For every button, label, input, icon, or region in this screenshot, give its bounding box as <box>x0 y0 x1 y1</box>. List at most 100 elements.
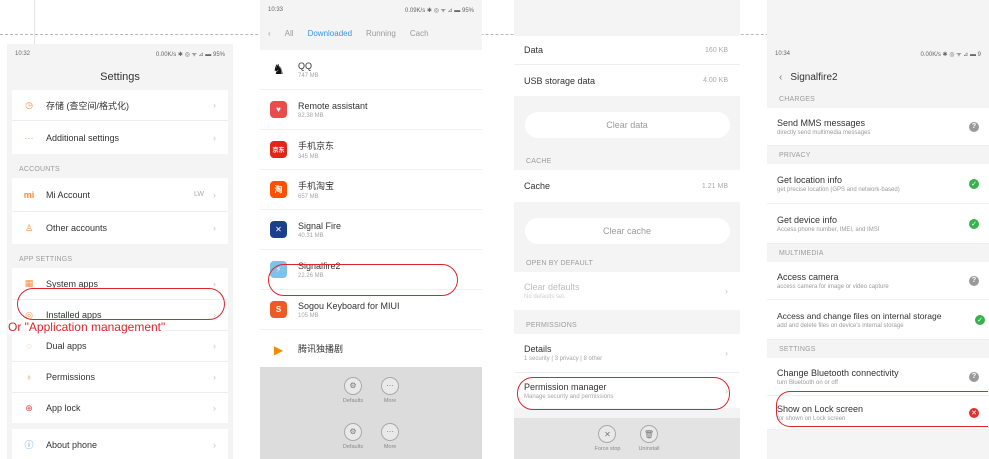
usb-label: USB storage data <box>524 75 596 86</box>
deny-icon: ✕ <box>969 407 979 418</box>
cache-value: 1.21 MB <box>701 182 728 190</box>
uninstall-button[interactable]: 🗑 Uninstall <box>638 425 660 452</box>
settings-item-additional[interactable]: ··· Additional settings › <box>12 120 228 154</box>
page-title: Signalfire2 <box>790 71 838 83</box>
settings-group-accounts: mi Mi Account LW › ♙ Other accounts › <box>12 178 228 244</box>
status-indicators: 0.00K/s ✱ ◎ ᯤ ⊿ ▬ 95% <box>155 52 225 58</box>
permission-camera[interactable]: Access camera access camera for image or… <box>767 262 989 300</box>
section-header-permissions: PERMISSIONS <box>526 322 577 329</box>
info-icon: ⓘ <box>24 440 34 450</box>
settings-item-system-apps[interactable]: ▦ System apps › <box>12 268 228 299</box>
tab-cached[interactable]: Cach <box>410 29 429 38</box>
more-button[interactable]: ··· More <box>381 422 400 450</box>
settings-item-label: 存储 (查空间/格式化) <box>46 100 129 111</box>
app-list-item-remote-assistant[interactable]: ♥ Remote assistant 82.38 MB <box>260 90 482 130</box>
back-arrow-icon[interactable]: ‹ <box>268 29 271 38</box>
permission-send-mms[interactable]: Send MMS messages directly send multimed… <box>767 108 989 146</box>
permission-subtitle: get precise location (GPS and network-ba… <box>777 186 900 193</box>
app-size: 657 MB <box>298 194 319 200</box>
app-list-item-jd[interactable]: 京东 手机京东 345 MB <box>260 130 482 170</box>
shield-icon: ♁ <box>25 372 33 382</box>
settings-item-dual-apps[interactable]: ◌ Dual apps › <box>12 330 228 361</box>
app-list-item-signalfire2[interactable]: ⚡ Signalfire2 22.26 MB <box>260 250 482 290</box>
section-header-cache: CACHE <box>526 158 552 165</box>
app-list-item-signal-fire[interactable]: ✕ Signal Fire 40.31 MB <box>260 210 482 250</box>
mi-logo-icon: mi <box>23 189 35 200</box>
permission-subtitle: Access phone number, IMEI, and IMSI <box>777 226 880 233</box>
section-header-open-by-default: OPEN BY DEFAULT <box>526 260 593 267</box>
permission-files[interactable]: Access and change files on internal stor… <box>767 300 989 340</box>
settings-item-mi-account[interactable]: mi Mi Account LW › <box>12 178 228 211</box>
chevron-right-icon: › <box>213 403 216 413</box>
app-name: 腾讯独播剧 <box>298 344 344 354</box>
settings-item-about-phone[interactable]: ⓘ About phone › <box>12 429 228 459</box>
more-dots-icon: ··· <box>24 132 34 143</box>
tab-downloaded[interactable]: Downloaded <box>308 29 352 38</box>
check-icon: ✓ <box>969 218 979 229</box>
defaults-button[interactable]: ⚙ Defaults <box>343 422 363 450</box>
settings-item-permissions[interactable]: ♁ Permissions › <box>12 361 228 392</box>
permission-title: Send MMS messages <box>777 117 866 128</box>
section-header-accounts: ACCOUNTS <box>19 166 60 173</box>
clear-defaults-row[interactable]: Clear defaults No defaults set. › <box>514 272 740 310</box>
annotation-caption: Or "Application management" <box>8 320 166 334</box>
settings-item-label: Mi Account <box>46 189 91 200</box>
page-header: ‹ Signalfire2 <box>767 64 989 90</box>
status-time: 10:32 <box>15 51 31 57</box>
storage-icon: ◷ <box>25 99 33 110</box>
tab-running[interactable]: Running <box>366 29 396 38</box>
chevron-right-icon: › <box>213 278 216 289</box>
details-subtitle: 1 security | 3 privacy | 8 other <box>524 356 603 362</box>
section-header-charges: CHARGES <box>779 96 816 103</box>
permission-title: Get location info <box>777 174 843 185</box>
chevron-right-icon: › <box>213 189 216 200</box>
app-name: 手机淘宝 <box>298 181 335 191</box>
app-size: 22.26 MB <box>298 272 324 279</box>
chevron-right-icon: › <box>725 286 728 296</box>
more-dots-icon: ··· <box>381 422 400 441</box>
clear-cache-button[interactable]: Clear cache <box>524 218 730 244</box>
app-size: 40.31 MB <box>298 232 324 239</box>
app-list-item-taobao[interactable]: 淘 手机淘宝 657 MB <box>260 170 482 210</box>
tab-all[interactable]: All <box>285 29 294 38</box>
grid-icon: ▦ <box>24 278 34 288</box>
clear-data-button[interactable]: Clear data <box>524 112 730 138</box>
lock-icon: ⊕ <box>25 402 33 413</box>
settings-group-about: ⓘ About phone › <box>12 429 228 459</box>
phone-permissions-screen: 10:34 0.00K/s ✱ ◎ ᯤ ⊿ ▬ 9 ‹ Signalfire2 … <box>767 0 989 459</box>
gear-icon: ⚙ <box>344 422 362 441</box>
details-row[interactable]: Details 1 security | 3 privacy | 8 other… <box>514 334 740 372</box>
app-size: 345 MB <box>298 154 319 160</box>
force-stop-button[interactable]: ✕ Force stop <box>594 425 620 452</box>
play-icon: ▶ <box>270 341 287 358</box>
defaults-button[interactable]: ⚙ Defaults <box>343 376 363 404</box>
app-list-item-qq[interactable]: ♞ QQ 747 MB <box>260 50 482 90</box>
check-icon: ✓ <box>969 178 979 189</box>
details-label: Details <box>524 344 552 354</box>
status-bar: 10:32 0.00K/s ✱ ◎ ᯤ ⊿ ▬ 95% <box>7 44 233 64</box>
question-icon: ? <box>969 121 979 132</box>
cache-row: Cache 1.21 MB <box>514 170 740 202</box>
chevron-right-icon: › <box>213 132 216 143</box>
app-name: Signal Fire <box>298 220 342 231</box>
app-action-bar-upper: ⚙ Defaults ··· More <box>260 367 482 413</box>
settings-item-storage[interactable]: ◷ 存储 (查空间/格式化) › <box>12 90 228 120</box>
chevron-right-icon: › <box>213 341 216 351</box>
permission-device-info[interactable]: Get device info Access phone number, IME… <box>767 204 989 244</box>
more-button[interactable]: ··· More <box>381 376 400 404</box>
chevron-right-icon: › <box>213 439 216 450</box>
sogou-logo-icon: S <box>270 301 287 318</box>
permission-lock-screen[interactable]: Show on Lock screen for shown on Lock sc… <box>767 396 989 430</box>
permission-manager-subtitle: Manage security and permissions <box>524 393 614 400</box>
settings-item-other-accounts[interactable]: ♙ Other accounts › <box>12 211 228 244</box>
gear-icon: ⚙ <box>344 376 362 395</box>
permission-manager-row[interactable]: Permission manager Manage security and p… <box>514 372 740 408</box>
permission-location[interactable]: Get location info get precise location (… <box>767 164 989 204</box>
signal-fire-icon: ✕ <box>270 221 287 238</box>
app-list-item-tencent-video[interactable]: ▶ 腾讯独播剧 <box>260 330 482 370</box>
settings-item-app-lock[interactable]: ⊕ App lock › <box>12 392 228 423</box>
back-arrow-icon[interactable]: ‹ <box>779 72 782 83</box>
permission-bluetooth[interactable]: Change Bluetooth connectivity turn Bluet… <box>767 358 989 396</box>
person-icon: ♙ <box>24 222 34 233</box>
app-list-item-sogou[interactable]: S Sogou Keyboard for MIUI 105 MB <box>260 290 482 330</box>
